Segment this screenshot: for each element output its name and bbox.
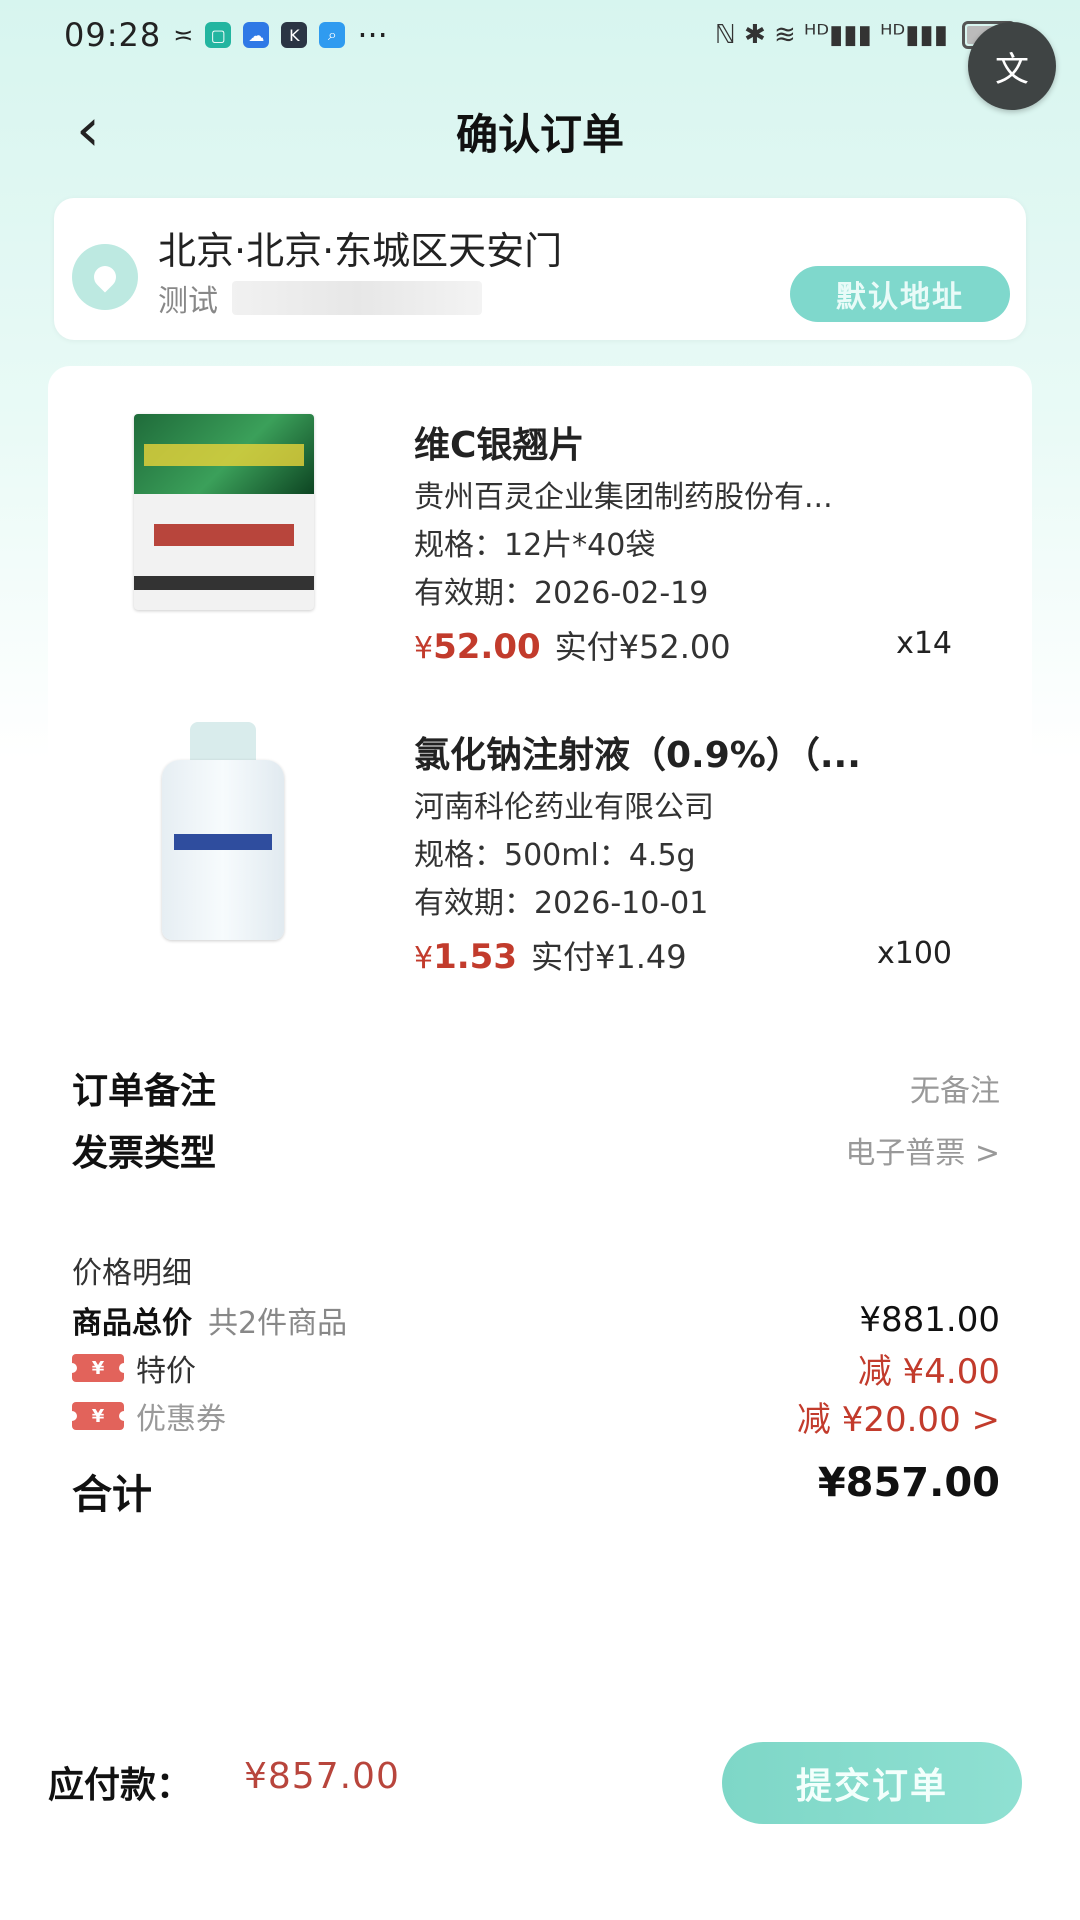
coupon-tag-icon: ¥ bbox=[67, 1402, 129, 1430]
price-detail-title: 价格明细 bbox=[72, 1256, 192, 1291]
k-notification-icon: K bbox=[281, 22, 308, 48]
coupon-label: 优惠券 bbox=[136, 1402, 226, 1437]
translate-glyph: 文 bbox=[995, 49, 1029, 90]
product-expiry: 有效期：2026-10-01 bbox=[414, 886, 709, 921]
search-notification-icon: ⌕ bbox=[319, 22, 346, 48]
product-expiry: 有效期：2026-02-19 bbox=[414, 576, 709, 611]
status-bar: 09:28 ≍ ▢ ☁ K ⌕ ··· ℕ ✱ ≋ ᴴᴰ▮▮▮ ᴴᴰ▮▮▮ bbox=[0, 0, 1080, 70]
special-price-row: ¥ 特价 减 ¥4.00 bbox=[67, 1348, 1000, 1392]
order-remark-value[interactable]: 无备注 bbox=[910, 1066, 1000, 1110]
status-right: ℕ ✱ ≋ ᴴᴰ▮▮▮ ᴴᴰ▮▮▮ bbox=[714, 20, 1021, 50]
back-icon[interactable]: ‹ bbox=[66, 100, 110, 160]
order-remark-label: 订单备注 bbox=[72, 1071, 217, 1112]
product-price: 52.00 bbox=[433, 627, 541, 667]
special-price-label: 特价 bbox=[136, 1354, 196, 1389]
product-spec: 规格：12片*40袋 bbox=[414, 528, 656, 563]
page-title: 确认订单 bbox=[455, 109, 624, 159]
total-value: ¥857.00 bbox=[817, 1460, 1000, 1506]
product-price-row: ¥ 1.53 实付¥1.49 bbox=[414, 932, 687, 978]
address-card[interactable]: 北京·北京·东城区天安门 测试 默认地址 bbox=[54, 198, 1026, 340]
contact-name: 测试 bbox=[158, 284, 218, 319]
product-price: 1.53 bbox=[433, 937, 517, 977]
redacted-phone bbox=[232, 281, 482, 315]
header: ‹ 确认订单 bbox=[0, 86, 1080, 176]
product-quantity: x14 bbox=[896, 626, 952, 661]
product-manufacturer: 贵州百灵企业集团制药股份有... bbox=[414, 480, 833, 515]
submit-order-button[interactable]: 提交订单 bbox=[722, 1742, 1022, 1824]
invoice-type-label: 发票类型 bbox=[72, 1133, 217, 1174]
product-name: 氯化钠注射液（0.9%）（... bbox=[414, 735, 861, 776]
payable-value: ¥857.00 bbox=[244, 1756, 400, 1797]
coupon-value[interactable]: 减 ¥20.00 > bbox=[797, 1392, 1000, 1441]
cloud-notification-icon: ☁ bbox=[243, 22, 270, 48]
address-contact: 测试 bbox=[158, 276, 482, 320]
goods-total-label: 商品总价 bbox=[72, 1306, 192, 1341]
price-currency: ¥ bbox=[414, 941, 434, 976]
product-spec: 规格：500ml：4.5g bbox=[414, 838, 696, 873]
status-left: 09:28 ≍ ▢ ☁ K ⌕ ··· bbox=[64, 16, 388, 54]
discount-tag-icon: ¥ bbox=[67, 1354, 129, 1382]
goods-total-row: 商品总价 共2件商品 ¥881.00 bbox=[72, 1300, 1000, 1341]
saline-bottle-icon bbox=[128, 716, 318, 940]
goods-count: 共2件商品 bbox=[208, 1306, 348, 1341]
notification-icon: ≍ bbox=[173, 21, 194, 49]
status-time: 09:28 bbox=[64, 16, 162, 54]
price-currency: ¥ bbox=[414, 631, 434, 666]
product-item[interactable]: 维C银翘片 贵州百灵企业集团制药股份有... 规格：12片*40袋 有效期：20… bbox=[48, 386, 1032, 686]
special-price-value: 减 ¥4.00 bbox=[857, 1351, 1000, 1392]
signal-icons: ℕ ✱ ≋ ᴴᴰ▮▮▮ ᴴᴰ▮▮▮ bbox=[714, 20, 948, 50]
more-notifications-icon: ··· bbox=[357, 16, 388, 54]
app-notification-icon: ▢ bbox=[205, 22, 232, 48]
pill-pack-icon bbox=[128, 406, 318, 616]
goods-total-value: ¥881.00 bbox=[859, 1300, 1000, 1340]
default-address-badge: 默认地址 bbox=[790, 266, 1010, 322]
address-line: 北京·北京·东城区天安门 bbox=[158, 229, 563, 273]
product-item[interactable]: 氯化钠注射液（0.9%）（... 河南科伦药业有限公司 规格：500ml：4.5… bbox=[48, 696, 1032, 996]
coupon-row[interactable]: ¥ 优惠券 减 ¥20.00 > bbox=[67, 1396, 1000, 1440]
products-card: 维C银翘片 贵州百灵企业集团制药股份有... 规格：12片*40袋 有效期：20… bbox=[48, 366, 1032, 977]
total-label: 合计 bbox=[72, 1472, 152, 1518]
payable-label: 应付款： bbox=[48, 1765, 193, 1806]
invoice-type-value[interactable]: 电子普票 > bbox=[845, 1128, 1000, 1172]
product-price-row: ¥ 52.00 实付¥52.00 bbox=[414, 622, 731, 668]
location-icon bbox=[72, 244, 138, 310]
product-actual-paid: 实付¥52.00 bbox=[554, 628, 731, 666]
product-actual-paid: 实付¥1.49 bbox=[530, 938, 687, 976]
product-quantity: x100 bbox=[876, 936, 952, 971]
product-manufacturer: 河南科伦药业有限公司 bbox=[414, 790, 714, 825]
product-name: 维C银翘片 bbox=[414, 425, 585, 466]
